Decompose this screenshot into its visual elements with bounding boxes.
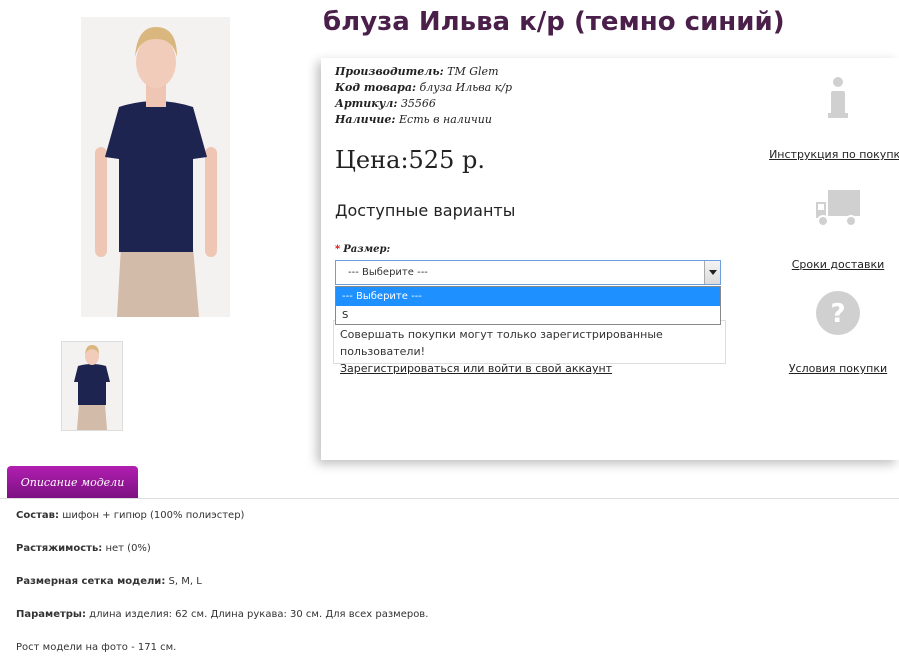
register-login-link[interactable]: Зарегистрироваться или войти в свой акка… bbox=[340, 360, 719, 377]
product-description: Состав: шифон + гипюр (100% полиэстер) Р… bbox=[16, 510, 428, 659]
desc-key: Растяжимость: bbox=[16, 543, 103, 554]
desc-row: Растяжимость: нет (0%) bbox=[16, 543, 428, 576]
side-link-delivery[interactable]: Сроки доставки bbox=[768, 188, 899, 271]
size-option[interactable]: --- Выберите --- bbox=[336, 287, 720, 306]
size-dropdown-list[interactable]: --- Выберите --- S bbox=[335, 286, 721, 325]
tab-divider bbox=[0, 498, 899, 499]
side-link-label[interactable]: Инструкция по покупке bbox=[768, 148, 899, 161]
question-icon: ? bbox=[816, 291, 860, 335]
product-main-image[interactable] bbox=[81, 17, 230, 317]
product-price: Цена:525 р. bbox=[335, 146, 485, 174]
variants-heading: Доступные варианты bbox=[335, 201, 516, 220]
meta-value: блуза Ильва к/р bbox=[419, 81, 513, 94]
desc-value: шифон + гипюр (100% полиэстер) bbox=[62, 510, 245, 521]
meta-row-manufacturer: Производитель: TM Glem bbox=[335, 64, 512, 80]
meta-key: Артикул: bbox=[335, 97, 398, 110]
meta-row-code: Код товара: блуза Ильва к/р bbox=[335, 80, 512, 96]
desc-value: нет (0%) bbox=[105, 543, 151, 554]
info-icon bbox=[828, 77, 848, 118]
desc-key: Параметры: bbox=[16, 609, 86, 620]
side-link-instructions[interactable]: Инструкция по покупке bbox=[768, 76, 899, 161]
desc-key: Состав: bbox=[16, 510, 60, 521]
notice-text: Совершать покупки могут только зарегистр… bbox=[340, 328, 663, 358]
meta-row-stock: Наличие: Есть в наличии bbox=[335, 112, 512, 128]
side-link-terms[interactable]: ? Условия покупки bbox=[768, 290, 899, 375]
product-meta: Производитель: TM Glem Код товара: блуза… bbox=[335, 64, 512, 128]
product-info-panel: Производитель: TM Glem Код товара: блуза… bbox=[321, 58, 899, 460]
desc-value: S, M, L bbox=[168, 576, 202, 587]
size-label: * Размер: bbox=[335, 244, 390, 255]
chevron-down-icon[interactable] bbox=[704, 261, 720, 284]
product-thumbnail[interactable] bbox=[61, 341, 123, 431]
svg-text:?: ? bbox=[830, 299, 845, 329]
tab-model-description[interactable]: Описание модели bbox=[7, 466, 138, 499]
product-title: блуза Ильва к/р (темно синий) bbox=[323, 7, 785, 37]
desc-row: Размерная сетка модели: S, M, L bbox=[16, 576, 428, 609]
desc-row: Рост модели на фото - 171 см. bbox=[16, 642, 428, 659]
meta-key: Производитель: bbox=[335, 65, 444, 78]
size-select[interactable]: --- Выберите --- bbox=[335, 260, 721, 285]
required-mark: * bbox=[335, 244, 341, 255]
size-label-text: Размер: bbox=[343, 244, 391, 255]
desc-row: Состав: шифон + гипюр (100% полиэстер) bbox=[16, 510, 428, 543]
side-link-label[interactable]: Условия покупки bbox=[768, 362, 899, 375]
size-select-value: --- Выберите --- bbox=[348, 267, 428, 278]
meta-key: Код товара: bbox=[335, 81, 417, 94]
side-link-label[interactable]: Сроки доставки bbox=[768, 258, 899, 271]
desc-row: Параметры: длина изделия: 62 см. Длина р… bbox=[16, 609, 428, 642]
desc-value: Рост модели на фото - 171 см. bbox=[16, 642, 177, 653]
meta-key: Наличие: bbox=[335, 113, 396, 126]
size-option[interactable]: S bbox=[336, 306, 720, 325]
truck-icon bbox=[816, 190, 860, 227]
meta-value: Есть в наличии bbox=[399, 113, 492, 126]
desc-value: длина изделия: 62 см. Длина рукава: 30 с… bbox=[89, 609, 429, 620]
desc-key: Размерная сетка модели: bbox=[16, 576, 166, 587]
meta-value[interactable]: TM Glem bbox=[447, 65, 498, 78]
meta-row-sku: Артикул: 35566 bbox=[335, 96, 512, 112]
login-notice: Совершать покупки могут только зарегистр… bbox=[333, 320, 726, 375]
meta-value: 35566 bbox=[400, 97, 436, 110]
